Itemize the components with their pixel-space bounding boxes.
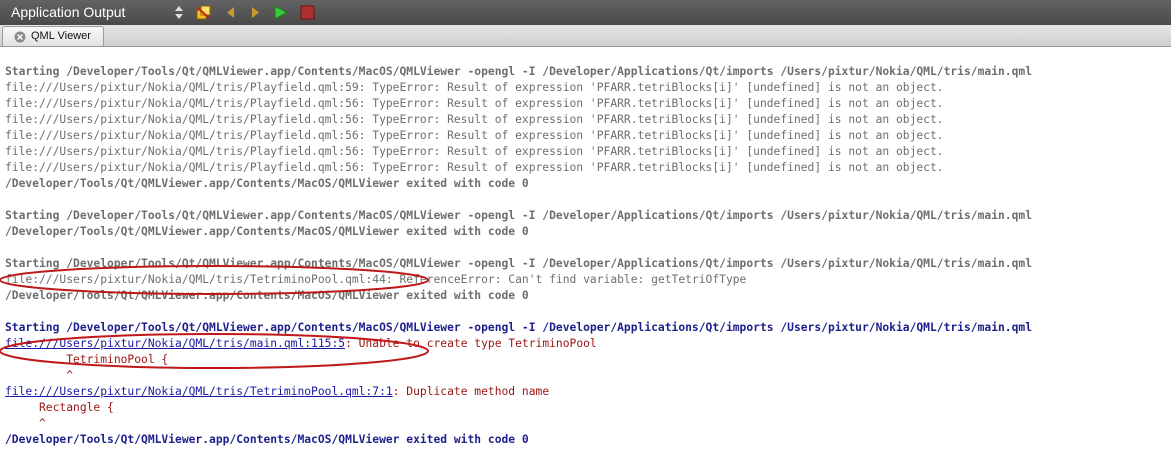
log-line: /Developer/Tools/Qt/QMLViewer.app/Conten… [5, 177, 529, 190]
tab-label: QML Viewer [31, 30, 91, 42]
log-line: Starting /Developer/Tools/Qt/QMLViewer.a… [5, 321, 1032, 334]
log-line: /Developer/Tools/Qt/QMLViewer.app/Conten… [5, 225, 529, 238]
log-line: file:///Users/pixtur/Nokia/QML/tris/Play… [5, 129, 944, 142]
error-message: : Duplicate method name [392, 385, 550, 398]
log-line: file:///Users/pixtur/Nokia/QML/tris/Play… [5, 113, 944, 126]
next-arrow-icon[interactable] [247, 4, 264, 21]
log-line: file:///Users/pixtur/Nokia/QML/tris/Play… [5, 97, 944, 110]
error-message: : Unable to create type TetriminoPool [345, 337, 597, 350]
log-line: ^ [5, 417, 46, 430]
log-line: file:///Users/pixtur/Nokia/QML/tris/Play… [5, 81, 944, 94]
prev-arrow-icon[interactable] [222, 4, 239, 21]
error-file-link[interactable]: file:///Users/pixtur/Nokia/QML/tris/main… [5, 337, 345, 350]
log-line: Starting /Developer/Tools/Qt/QMLViewer.a… [5, 257, 1032, 270]
log-line: Rectangle { [5, 401, 114, 414]
log-line: Starting /Developer/Tools/Qt/QMLViewer.a… [5, 209, 1032, 222]
stop-icon[interactable] [299, 4, 316, 21]
log-line: file:///Users/pixtur/Nokia/QML/tris/Play… [5, 161, 944, 174]
pane-title: Application Output [11, 4, 126, 20]
tab-qml-viewer[interactable]: QML Viewer [2, 26, 104, 46]
application-output-log[interactable]: Starting /Developer/Tools/Qt/QMLViewer.a… [0, 47, 1171, 457]
log-line: TetriminoPool { [5, 353, 169, 366]
pane-selector[interactable]: Application Output [0, 0, 187, 25]
close-icon[interactable] [14, 31, 26, 43]
run-play-icon[interactable] [272, 4, 289, 21]
log-line: file:///Users/pixtur/Nokia/QML/tris/Play… [5, 145, 944, 158]
log-line: Starting /Developer/Tools/Qt/QMLViewer.a… [5, 65, 1032, 78]
error-file-link[interactable]: file:///Users/pixtur/Nokia/QML/tris/Tetr… [5, 385, 393, 398]
log-line: /Developer/Tools/Qt/QMLViewer.app/Conten… [5, 289, 529, 302]
log-line: ^ [5, 369, 74, 382]
log-line: /Developer/Tools/Qt/QMLViewer.app/Conten… [5, 433, 529, 446]
tab-bar: QML Viewer [0, 25, 1171, 47]
updown-arrows-icon [175, 6, 183, 19]
log-line: file:///Users/pixtur/Nokia/QML/tris/Tetr… [5, 384, 549, 400]
attach-icon[interactable] [195, 4, 212, 21]
output-pane-toolbar: Application Output [0, 0, 1171, 26]
log-line: file:///Users/pixtur/Nokia/QML/tris/main… [5, 336, 597, 352]
log-line: file:///Users/pixtur/Nokia/QML/tris/Tetr… [5, 273, 747, 286]
